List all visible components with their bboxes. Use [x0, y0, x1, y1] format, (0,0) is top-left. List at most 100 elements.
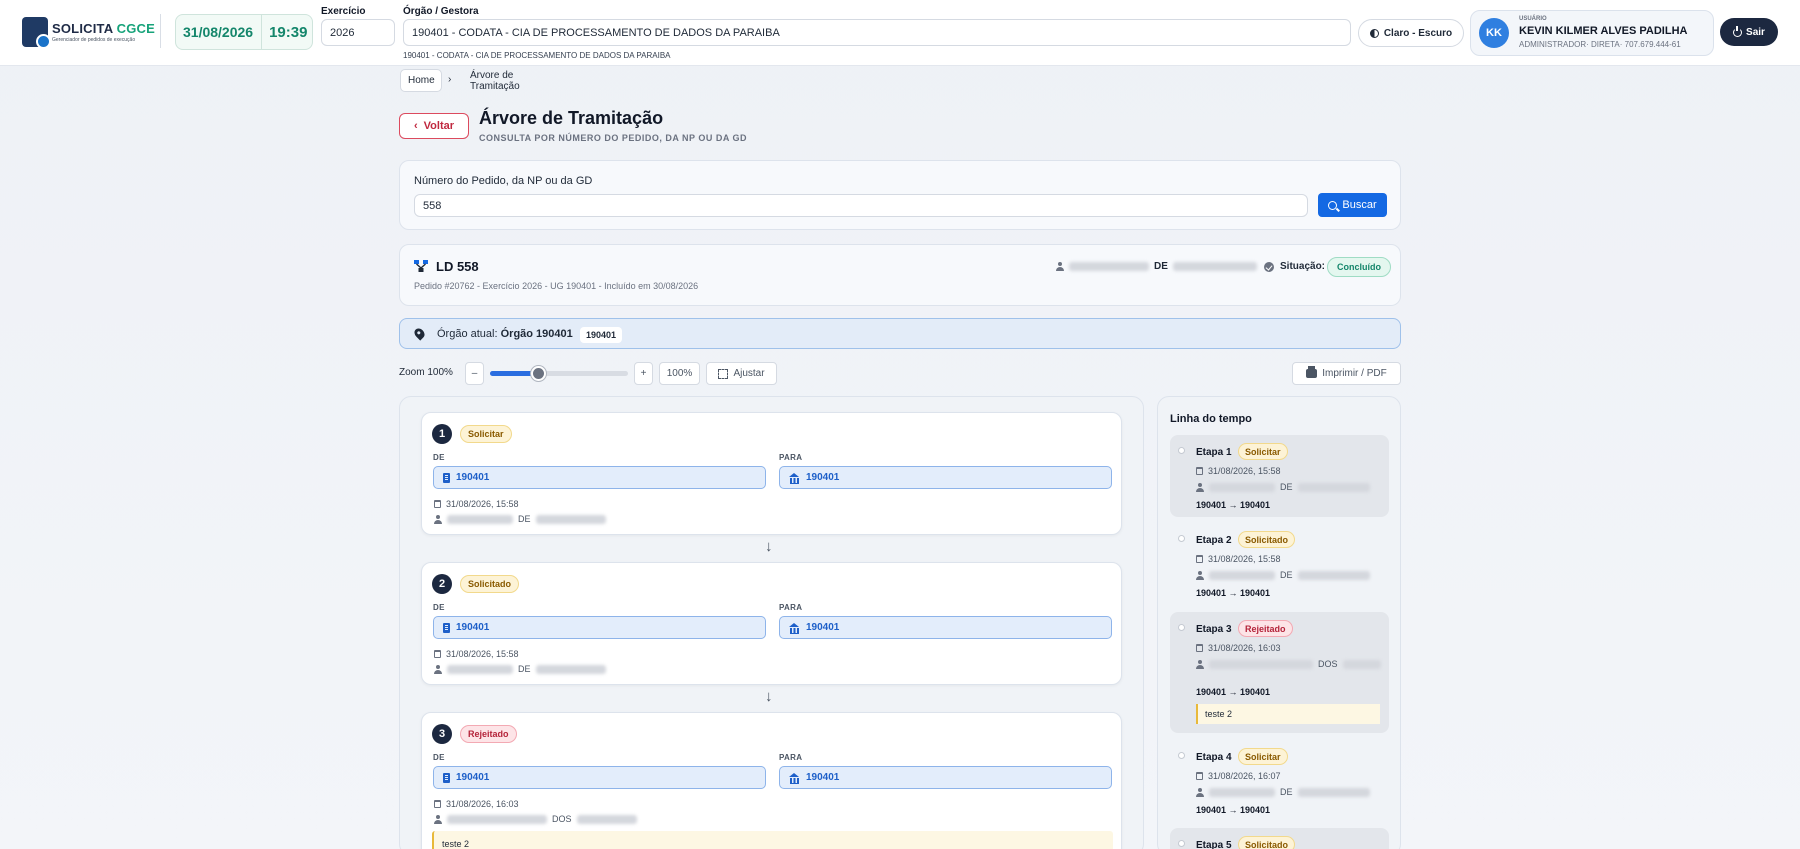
calendar-icon	[434, 650, 441, 658]
bank-icon	[789, 772, 800, 784]
calendar-icon	[434, 800, 441, 808]
timeline-item[interactable]: Etapa 1 Solicitar 31/08/2026, 15:58 DE 1…	[1170, 435, 1389, 517]
orgao-subline: 190401 - CODATA - CIA DE PROCESSAMENTO D…	[403, 51, 671, 60]
step-datetime: 31/08/2026, 15:58	[434, 649, 519, 659]
step-card: 3 Rejeitado DE PARA 190401 190401 31/08/…	[421, 712, 1122, 849]
chevron-left-icon: ‹	[413, 120, 418, 132]
zoom-percent[interactable]: 100%	[659, 362, 700, 385]
arrow-down-icon: ↓	[765, 688, 773, 705]
person-icon	[434, 814, 442, 824]
back-button[interactable]: ‹ Voltar	[399, 113, 469, 139]
contrast-icon	[1369, 28, 1379, 38]
status-label: Situação:	[1280, 261, 1326, 272]
logo-subtitle: Gerenciador de pedidos de execução	[52, 37, 136, 43]
search-input[interactable]: 558	[414, 194, 1308, 217]
timeline-route: 190401 → 190401	[1196, 687, 1271, 697]
person-icon	[1056, 262, 1064, 271]
timeline-user: DE	[1196, 482, 1370, 492]
user-role: ADMINISTRADOR· DIRETA· 707.679.444-61	[1519, 40, 1681, 49]
step-card: 1 Solicitar DE PARA 190401 190401 31/08/…	[421, 412, 1122, 535]
ld-meta: Pedido #20762 - Exercício 2026 - UG 1904…	[414, 281, 699, 291]
zoom-in-button[interactable]: +	[634, 362, 653, 385]
zoom-slider[interactable]	[490, 366, 628, 381]
theme-toggle-button[interactable]: Claro - Escuro	[1358, 19, 1464, 47]
timeline-panel[interactable]: Linha do tempo Etapa 1 Solicitar 31/08/2…	[1157, 396, 1401, 849]
timeline-item[interactable]: Etapa 5 Solicitado	[1170, 828, 1389, 849]
step-number: 1	[432, 424, 452, 444]
para-label: PARA	[779, 453, 803, 462]
timeline-item[interactable]: Etapa 2 Solicitado 31/08/2026, 15:58 DE …	[1170, 523, 1389, 605]
exercicio-label: Exercício	[321, 6, 366, 17]
calendar-icon	[434, 500, 441, 508]
fit-label: Ajustar	[733, 368, 765, 379]
de-orgao-pill[interactable]: 190401	[433, 616, 766, 639]
tree-panel[interactable]: 1 Solicitar DE PARA 190401 190401 31/08/…	[399, 396, 1144, 849]
person-icon	[434, 514, 442, 524]
timeline-status-badge: Rejeitado	[1238, 620, 1293, 637]
ld-title: LD 558	[436, 259, 479, 274]
step-user: DE	[434, 514, 606, 524]
timeline-etapa: Etapa 5	[1196, 840, 1232, 849]
connector-text: DE	[1154, 261, 1168, 272]
summary-user: DE	[1056, 261, 1257, 272]
person-icon	[1196, 482, 1204, 492]
para-orgao-pill[interactable]: 190401	[779, 616, 1112, 639]
step-number: 3	[432, 724, 452, 744]
app-logo[interactable]: SOLICITA CGCE Gerenciador de pedidos de …	[22, 17, 155, 49]
search-button[interactable]: Buscar	[1318, 193, 1387, 217]
orgao-atual-bar: Órgão atual: Órgão 190401 190401	[399, 318, 1401, 349]
para-orgao-pill[interactable]: 190401	[779, 466, 1112, 489]
exercicio-select[interactable]: 2026	[321, 19, 395, 46]
building-icon	[443, 772, 450, 783]
top-bar: SOLICITA CGCE Gerenciador de pedidos de …	[0, 0, 1800, 66]
redacted-orgao	[1172, 262, 1257, 271]
timeline-status-badge: Solicitar	[1238, 748, 1288, 765]
search-icon	[1328, 200, 1338, 210]
breadcrumb-current: Árvore de Tramitação	[470, 69, 520, 92]
timeline-item[interactable]: Etapa 3 Rejeitado 31/08/2026, 16:03 DOS …	[1170, 612, 1389, 733]
redacted-name	[1069, 262, 1149, 271]
timeline-datetime: 31/08/2026, 15:58	[1196, 466, 1281, 476]
user-label: USUÁRIO	[1519, 16, 1547, 22]
step-card: 2 Solicitado DE PARA 190401 190401 31/08…	[421, 562, 1122, 685]
timeline-etapa: Etapa 2	[1196, 535, 1232, 546]
timeline-etapa: Etapa 1	[1196, 447, 1232, 458]
timeline-user: DE	[1196, 570, 1370, 580]
de-orgao-pill[interactable]: 190401	[433, 766, 766, 789]
step-datetime: 31/08/2026, 16:03	[434, 799, 519, 809]
current-time: 19:39	[269, 23, 308, 41]
timeline-dot	[1178, 535, 1185, 542]
orgao-select[interactable]: 190401 - CODATA - CIA DE PROCESSAMENTO D…	[403, 19, 1351, 46]
person-icon	[1196, 787, 1204, 797]
de-orgao-pill[interactable]: 190401	[433, 466, 766, 489]
calendar-icon	[1196, 555, 1203, 563]
fit-button[interactable]: Ajustar	[706, 362, 777, 385]
timeline-item[interactable]: Etapa 4 Solicitar 31/08/2026, 16:07 DE 1…	[1170, 740, 1389, 822]
zoom-slider-handle[interactable]	[531, 366, 547, 381]
page-subtitle: CONSULTA POR NÚMERO DO PEDIDO, DA NP OU …	[479, 133, 748, 143]
para-orgao-pill[interactable]: 190401	[779, 766, 1112, 789]
timeline-status-badge: Solicitado	[1238, 531, 1296, 548]
divider	[160, 14, 161, 48]
timeline-dot	[1178, 840, 1185, 847]
timeline-datetime: 31/08/2026, 15:58	[1196, 554, 1281, 564]
timeline-status-badge: Solicitar	[1238, 443, 1288, 460]
timeline-dot	[1178, 752, 1185, 759]
logout-button[interactable]: Sair	[1720, 18, 1778, 46]
orgao-label: Órgão / Gestora	[403, 6, 479, 17]
step-number: 2	[432, 574, 452, 594]
step-status-badge: Solicitado	[460, 575, 520, 593]
zoom-out-button[interactable]: –	[465, 362, 484, 385]
breadcrumb-separator: ›	[448, 74, 452, 85]
step-status-badge: Rejeitado	[460, 725, 517, 743]
breadcrumb-home[interactable]: Home	[400, 69, 442, 92]
timeline-etapa: Etapa 4	[1196, 752, 1232, 763]
print-button[interactable]: Imprimir / PDF	[1292, 362, 1401, 385]
timeline-user: DE	[1196, 787, 1370, 797]
de-label: DE	[433, 603, 445, 612]
person-icon	[1196, 570, 1204, 580]
de-label: DE	[433, 453, 445, 462]
logo-document-icon	[22, 17, 51, 49]
print-label: Imprimir / PDF	[1322, 368, 1387, 379]
step-status-badge: Solicitar	[460, 425, 512, 443]
